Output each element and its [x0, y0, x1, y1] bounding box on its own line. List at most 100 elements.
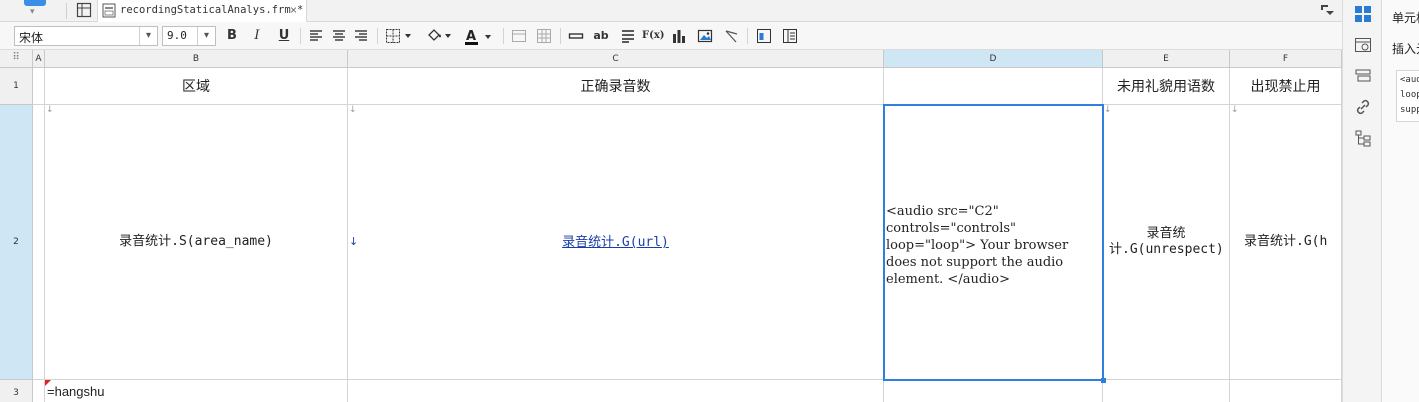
paragraph-button[interactable] — [619, 27, 637, 45]
insert-image-button[interactable] — [696, 27, 714, 45]
freeze-button[interactable] — [510, 27, 528, 45]
cell-d2[interactable]: <audio src="C2" controls="controls" loop… — [884, 105, 1103, 380]
cell-c1[interactable]: 正确录音数 — [348, 68, 884, 105]
tree-structure-icon[interactable] — [1354, 129, 1372, 147]
align-left-icon — [310, 30, 322, 41]
align-center-icon — [333, 30, 345, 41]
column-header-d[interactable]: D — [884, 50, 1103, 68]
cell-element-panel: 单元格 插入元素 <aud loop supp — [1382, 0, 1419, 402]
cell-b1-text: 区域 — [182, 78, 210, 94]
cell-a2[interactable] — [33, 105, 45, 380]
text-field-icon — [568, 33, 584, 39]
cell-b2-text: 录音统计.S(area_name) — [119, 234, 273, 249]
right-icon-strip — [1342, 0, 1382, 402]
column-header-c[interactable]: C — [348, 50, 884, 68]
cell-e1[interactable]: 未用礼貌用语数 — [1103, 68, 1230, 105]
chevron-down-icon: ▾ — [197, 27, 215, 45]
fill-color-button[interactable] — [424, 27, 454, 45]
spreadsheet-grid[interactable]: ⠿ A B C D E F 1 2 3 区域 正确录音数 未用礼貌用语数 出现禁… — [0, 50, 1342, 402]
cell-f1-text: 出现禁止用 — [1250, 78, 1321, 94]
paragraph-icon — [622, 30, 634, 43]
cell-e2[interactable]: ↓ 录音统计.G(unrespect) — [1103, 105, 1230, 380]
close-tab-icon[interactable]: × — [290, 3, 297, 17]
insert-text-button[interactable] — [567, 27, 585, 45]
select-all-corner[interactable]: ⠿ — [0, 50, 33, 68]
expand-marker-icon: ↓ — [1231, 105, 1239, 115]
align-right-icon — [355, 30, 367, 41]
svg-text:A: A — [466, 29, 476, 44]
align-right-button[interactable] — [352, 27, 370, 45]
italic-button[interactable]: I — [248, 27, 266, 45]
cell-e3[interactable] — [1103, 380, 1230, 402]
image-icon — [697, 29, 713, 43]
panel-code-preview[interactable]: <aud loop supp — [1396, 70, 1419, 122]
code-line: <aud — [1400, 75, 1419, 85]
expand-marker-icon: ↓ — [349, 105, 357, 115]
cell-b2[interactable]: ↓ 录音统计.S(area_name) — [45, 105, 348, 380]
widget-icon[interactable] — [1354, 67, 1372, 85]
cell-d3[interactable] — [884, 380, 1103, 402]
bar-chart-icon — [673, 30, 685, 43]
row-header-2[interactable]: 2 — [0, 105, 33, 380]
cell-attr-button[interactable] — [755, 27, 773, 45]
new-report-icon[interactable] — [76, 2, 92, 18]
tab-list-icon[interactable] — [1318, 2, 1334, 18]
cell-f3[interactable] — [1230, 380, 1342, 402]
grid-icon — [537, 29, 551, 43]
list-icon — [783, 29, 797, 43]
cell-e1-text: 未用礼貌用语数 — [1117, 78, 1215, 94]
freeze-pane-icon — [512, 30, 526, 42]
cell-e2-text: 录音统计.G(unrespect) — [1109, 226, 1224, 257]
column-header-f[interactable]: F — [1230, 50, 1342, 68]
cell-c3[interactable] — [348, 380, 884, 402]
panel-title: 单元格 — [1392, 11, 1419, 25]
list-view-button[interactable] — [781, 27, 799, 45]
font-color-icon: A — [465, 29, 491, 45]
row-header-3[interactable]: 3 — [0, 380, 33, 402]
font-size-select[interactable]: 9.0 ▾ — [162, 26, 216, 46]
cell-b3[interactable]: =hangshu — [45, 380, 348, 402]
column-header-a[interactable]: A — [33, 50, 45, 68]
font-color-button[interactable]: A — [462, 27, 496, 45]
bold-button[interactable]: B — [223, 27, 241, 45]
font-family-select[interactable]: 宋体 ▾ — [14, 26, 158, 46]
cell-attribute-icon[interactable] — [1354, 36, 1372, 54]
align-left-button[interactable] — [307, 27, 325, 45]
cell-a3[interactable] — [33, 380, 45, 402]
cell-f2[interactable]: ↓ 录音统计.G(h — [1230, 105, 1342, 380]
insert-element-label: 插入元素 — [1392, 42, 1419, 56]
cell-a1[interactable] — [33, 68, 45, 105]
cell-b1[interactable]: 区域 — [45, 68, 348, 105]
cell-f1[interactable]: 出现禁止用 — [1230, 68, 1342, 105]
format-toolbar: 宋体 ▾ 9.0 ▾ B I U A ab F(x) — [0, 22, 1342, 50]
insert-slash-button[interactable] — [722, 27, 740, 45]
border-button[interactable] — [384, 27, 414, 45]
cell-element-icon[interactable] — [1354, 5, 1372, 23]
column-header-b[interactable]: B — [45, 50, 348, 68]
toolbar-separator — [377, 28, 378, 44]
insert-chart-button[interactable] — [670, 27, 688, 45]
font-family-value: 宋体 — [19, 31, 44, 45]
cell-f2-text: 录音统计.G(h — [1244, 234, 1328, 249]
app-logo-icon — [24, 0, 46, 6]
app-menu-button[interactable]: ▾ — [14, 0, 56, 20]
hyperlink-icon[interactable] — [1354, 98, 1372, 116]
paint-bucket-icon — [428, 29, 451, 41]
code-line: loop — [1400, 90, 1419, 100]
chevron-down-icon: ▾ — [30, 7, 35, 17]
row-header-1[interactable]: 1 — [0, 68, 33, 105]
align-center-button[interactable] — [330, 27, 348, 45]
cell-c2[interactable]: ↓ ↓ 录音统计.G(url) — [348, 105, 884, 380]
column-header-e[interactable]: E — [1103, 50, 1230, 68]
text-ab-button[interactable]: ab — [592, 27, 610, 45]
slash-icon — [725, 30, 738, 43]
merge-cells-button[interactable] — [535, 27, 553, 45]
cell-c2-link[interactable]: 录音统计.G(url) — [562, 235, 669, 250]
formula-button[interactable]: F(x) — [642, 27, 665, 45]
border-icon — [386, 29, 411, 43]
tab-recording-report[interactable]: recordingStaticalAnalys.frm * × — [97, 0, 307, 22]
underline-button[interactable]: U — [275, 27, 293, 45]
cell-c1-text: 正确录音数 — [580, 78, 651, 94]
toolbar-separator — [560, 28, 561, 44]
cell-d1[interactable] — [884, 68, 1103, 105]
